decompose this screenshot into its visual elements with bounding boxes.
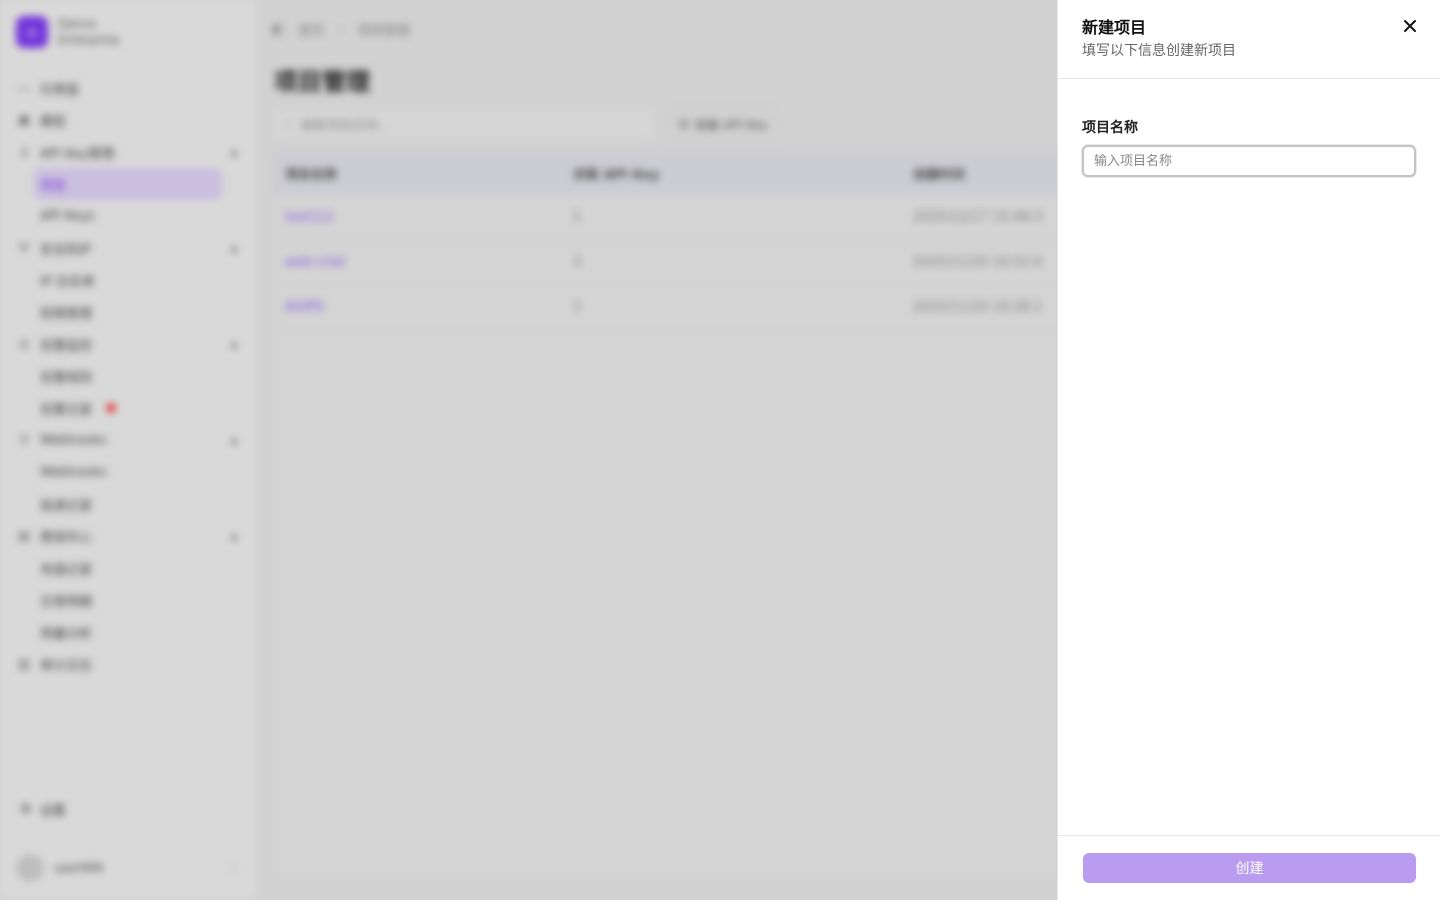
new-project-drawer: 新建项目 填写以下信息创建新项目 项目名称 创建	[1057, 0, 1440, 900]
create-button[interactable]: 创建	[1083, 853, 1416, 883]
close-button[interactable]	[1398, 14, 1422, 38]
drawer-footer: 创建	[1058, 835, 1440, 900]
drawer-subtitle: 填写以下信息创建新项目	[1082, 43, 1236, 59]
project-name-label: 项目名称	[1082, 120, 1138, 136]
close-icon	[1404, 20, 1416, 32]
drawer-title: 新建项目	[1082, 18, 1147, 37]
project-name-input[interactable]	[1082, 145, 1416, 177]
drawer-header: 新建项目 填写以下信息创建新项目	[1058, 0, 1440, 79]
drawer-body: 项目名称	[1058, 79, 1440, 177]
